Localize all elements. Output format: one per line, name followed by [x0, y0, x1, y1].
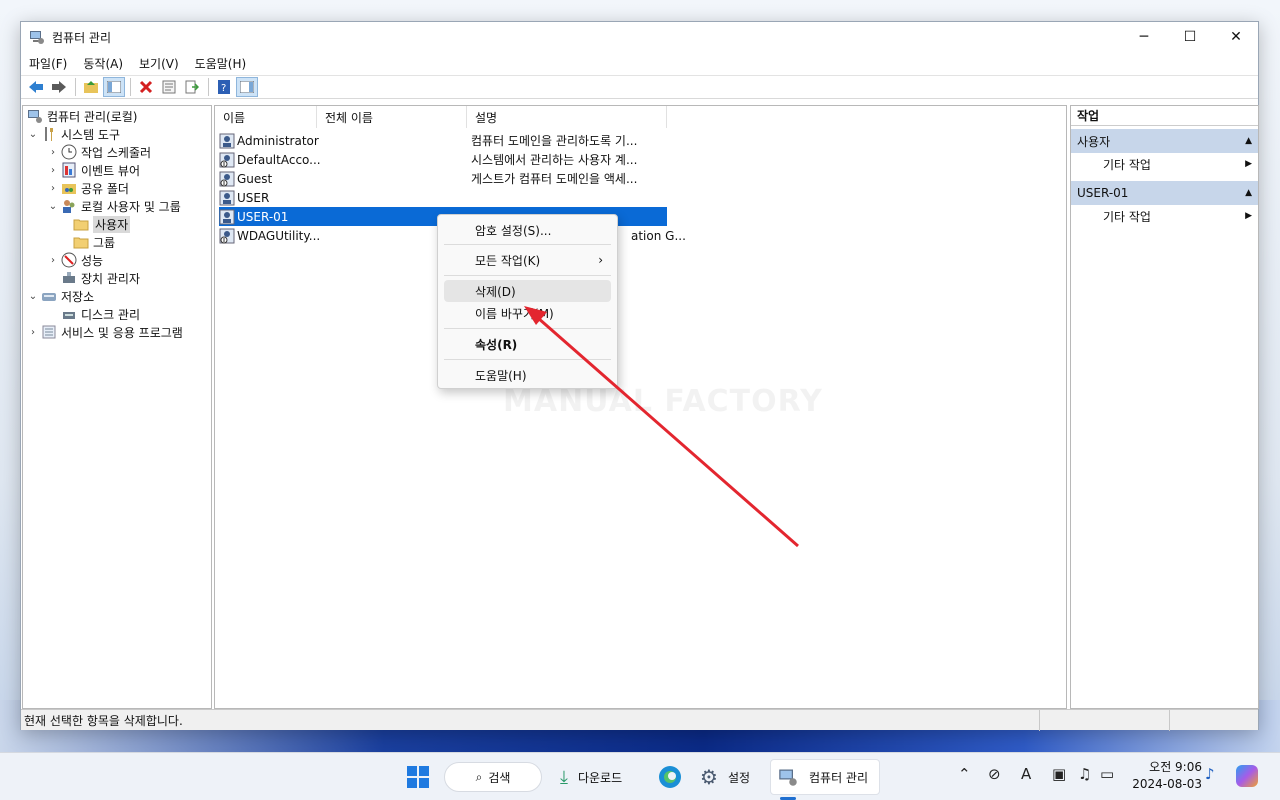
taskbar-downloads[interactable]: ⤓ 다운로드: [556, 759, 646, 795]
search-icon: ⌕: [475, 769, 483, 784]
gear-icon: ⚙: [700, 765, 718, 789]
taskbar-settings[interactable]: ⚙ 설정: [696, 759, 760, 795]
taskbar-edge[interactable]: [652, 759, 688, 795]
taskbar: ⌕ 검색 ⤓ 다운로드 ⚙ 설정 컴퓨터 관리 ⌃ ⊘ A ▣ ♫ ▭ 오전 9…: [0, 752, 1280, 800]
device-icon[interactable]: ▣: [1052, 765, 1066, 783]
edge-browser-icon: [659, 766, 681, 788]
volume-muted-icon[interactable]: ♫: [1078, 765, 1091, 783]
copilot-icon[interactable]: [1236, 765, 1258, 787]
computer-management-icon: [779, 769, 797, 786]
notification-bell-icon[interactable]: ♪: [1205, 765, 1215, 783]
clock-date: 2024-08-03: [1132, 777, 1202, 791]
annotation-arrow: [524, 306, 799, 548]
battery-icon[interactable]: ▭: [1100, 765, 1114, 783]
chevron-up-icon[interactable]: ⌃: [958, 765, 971, 783]
font-icon[interactable]: A: [1021, 765, 1031, 783]
start-button[interactable]: [400, 759, 436, 795]
network-off-icon[interactable]: ⊘: [988, 765, 1001, 783]
clock-time: 오전 9:06: [1149, 760, 1202, 774]
taskbar-computer-management[interactable]: 컴퓨터 관리: [770, 759, 880, 795]
taskbar-search[interactable]: ⌕ 검색: [444, 762, 542, 792]
download-icon: ⤓: [560, 766, 568, 788]
windows-logo-icon: [407, 766, 429, 788]
clock[interactable]: 오전 9:06 2024-08-03: [1128, 759, 1202, 793]
